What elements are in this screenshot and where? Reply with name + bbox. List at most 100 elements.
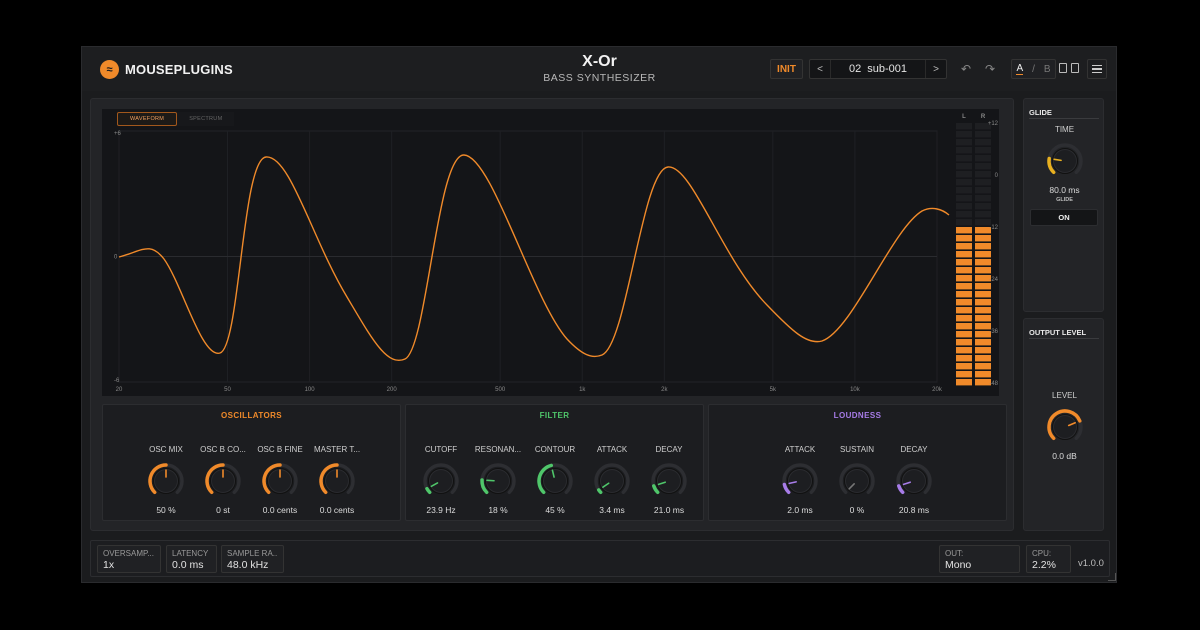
tab-waveform[interactable]: WAVEFORM [117, 112, 178, 126]
meter-segment [956, 219, 972, 226]
knob-value: 3.4 ms [599, 505, 625, 515]
paste-icon[interactable] [1071, 63, 1079, 73]
meter-segment [956, 211, 972, 218]
out-mode-box[interactable]: OUT: Mono [939, 545, 1020, 573]
x-tick-label: 2k [661, 387, 668, 393]
knob-value: 50 % [156, 505, 176, 515]
meter-segment [975, 187, 991, 194]
filter-knob-control[interactable] [420, 460, 462, 502]
meter-segment [956, 323, 972, 330]
header-bar: ≈ MOUSEPLUGINS X-Or BASS SYNTHESIZER INI… [82, 47, 1116, 91]
output-level-knob[interactable] [1044, 406, 1086, 448]
filter-knob-control[interactable] [477, 460, 519, 502]
visualizer-display: 20 50 100 200 500 1k 2k 5k 10k 20k +6 0 -6 WAVEFORM … [102, 109, 999, 396]
knob-label: OSC MIX [149, 445, 183, 454]
meter-segment [956, 187, 972, 194]
meter-segment [975, 339, 991, 346]
knob-cap-inner [903, 470, 925, 492]
init-button[interactable]: INIT [770, 59, 803, 79]
oversampling-value: 1x [103, 559, 115, 571]
knob-label: ATTACK [784, 445, 816, 454]
ab-b-button[interactable]: B [1044, 64, 1051, 75]
filter-knob-control[interactable] [534, 460, 576, 502]
meter-segment [975, 315, 991, 322]
x-tick-label: 1k [579, 387, 586, 393]
plugin-subtitle: BASS SYNTHESIZER [543, 72, 656, 84]
output-divider [1029, 338, 1099, 339]
knob-value-arc [425, 486, 432, 495]
undo-icon[interactable]: ↶ [961, 62, 971, 76]
version-label: v1.0.0 [1078, 558, 1104, 569]
x-tick-label: 20 [116, 387, 123, 393]
filter-knob-4: DECAY 21.0 ms [639, 445, 699, 515]
output-level-title: OUTPUT LEVEL [1029, 328, 1087, 337]
knob-value: 0.0 cents [262, 505, 298, 515]
copy-icon[interactable] [1059, 63, 1067, 73]
glide-panel: GLIDE TIME 80.0 ms GLIDE ON [1023, 98, 1104, 312]
meter-segment [975, 171, 991, 178]
preset-prev-button[interactable]: < [810, 64, 830, 75]
preset-next-button[interactable]: > [926, 64, 946, 75]
meter-segment [956, 131, 972, 138]
meter-segment [956, 203, 972, 210]
ab-compare: A / B [1011, 59, 1056, 79]
oscillators-knob-control[interactable] [145, 460, 187, 502]
meter-segment [956, 259, 972, 266]
y-tick-label: -6 [114, 378, 120, 384]
cpu-box: CPU: 2.2% [1026, 545, 1071, 573]
meter-scale-label: -48 [989, 381, 998, 387]
glide-time-knob[interactable] [1044, 140, 1086, 182]
menu-icon[interactable] [1087, 59, 1107, 79]
brand-logo: ≈ MOUSEPLUGINS [100, 60, 233, 79]
preset-selector: < 02 sub-001 > [809, 59, 947, 79]
tab-spectrum[interactable]: SPECTRUM [177, 112, 235, 126]
meter-segment [956, 299, 972, 306]
oscillators-knob-control[interactable] [316, 460, 358, 502]
x-tick-label: 20k [932, 387, 943, 393]
knob-label: CONTOUR [534, 445, 576, 454]
knob-pointer [1052, 158, 1062, 162]
meter-segment [956, 355, 972, 362]
output-level-knob-group: LEVEL 0.0 dB [1024, 391, 1105, 461]
knob-label: OSC B CO... [200, 445, 246, 454]
meter-segment [956, 331, 972, 338]
loudness-knob-1: SUSTAIN 0 % [827, 445, 887, 515]
plugin-title: X-Or [582, 53, 617, 70]
resize-handle-icon[interactable] [1108, 573, 1116, 581]
x-tick-label: 200 [387, 387, 398, 393]
meter-channel-label: R [981, 114, 986, 120]
meter-segment [975, 283, 991, 290]
loudness-knob-control[interactable] [779, 460, 821, 502]
glide-time-value: 80.0 ms [1049, 185, 1080, 195]
knob-cap-inner [430, 470, 452, 492]
sample-rate-label: SAMPLE RA... [227, 549, 278, 558]
output-level-value: 0.0 dB [1052, 451, 1077, 461]
loudness-knob-control[interactable] [836, 460, 878, 502]
filter-knob-control[interactable] [591, 460, 633, 502]
knob-cap-inner [658, 470, 680, 492]
output-level-panel: OUTPUT LEVEL LEVEL 0.0 dB [1023, 318, 1104, 531]
waveform-trace [118, 154, 950, 362]
knob-label: OSC B FINE [257, 445, 303, 454]
knob-value: 0 st [216, 505, 230, 515]
glide-time-knob-group: TIME 80.0 ms [1024, 125, 1105, 195]
oversampling-box[interactable]: OVERSAMP... 1x [97, 545, 161, 573]
knob-label: DECAY [900, 445, 928, 454]
meter-segment [956, 363, 972, 370]
knob-value: 0.0 cents [319, 505, 355, 515]
meter-segment [956, 379, 972, 386]
knob-value: 18 % [488, 505, 508, 515]
preset-name: sub-001 [867, 63, 907, 75]
loudness-knob-control[interactable] [893, 460, 935, 502]
meter-scale-label: -24 [989, 277, 998, 283]
meter-segment [975, 291, 991, 298]
knob-value: 2.0 ms [787, 505, 813, 515]
ab-a-button[interactable]: A [1016, 63, 1024, 75]
glide-on-button[interactable]: ON [1030, 209, 1098, 226]
redo-icon[interactable]: ↷ [985, 62, 995, 76]
oscillators-knob-control[interactable] [259, 460, 301, 502]
filter-knob-control[interactable] [648, 460, 690, 502]
preset-name-display[interactable]: 02 sub-001 [830, 60, 926, 78]
meter-segment [975, 179, 991, 186]
oscillators-knob-control[interactable] [202, 460, 244, 502]
